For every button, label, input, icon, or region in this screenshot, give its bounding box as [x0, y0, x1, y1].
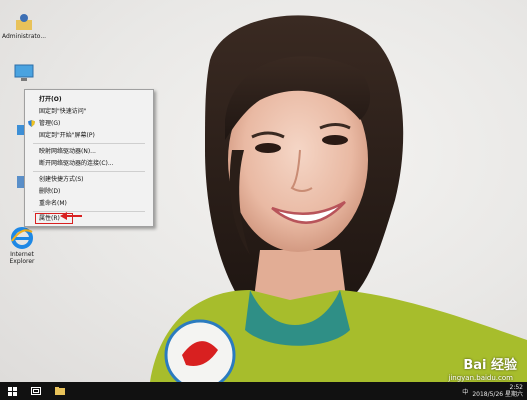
menu-item-delete[interactable]: 删除(D): [25, 186, 151, 197]
red-arrow-annotation: [60, 212, 82, 220]
desktop-icon-internet-explorer[interactable]: Internet Explorer: [0, 226, 44, 265]
desktop-icon-label: Administrato...: [2, 33, 47, 40]
computer-icon: [14, 64, 34, 81]
menu-item-manage[interactable]: 管理(G): [25, 118, 151, 129]
menu-separator: [33, 211, 145, 212]
clock[interactable]: 2:52 2018/5/26 星期六: [472, 384, 523, 398]
menu-item-rename[interactable]: 重命名(M): [25, 198, 151, 209]
internet-explorer-icon: [11, 227, 33, 249]
taskbar: 中 2:52 2018/5/26 星期六: [0, 382, 527, 400]
shield-icon: [28, 120, 35, 127]
menu-separator: [33, 143, 145, 144]
desktop-icon-label: Internet Explorer: [9, 251, 35, 265]
desktop-icon-this-pc[interactable]: [2, 62, 46, 84]
user-folder-icon: [16, 14, 32, 30]
menu-item-disconnect-drive[interactable]: 断开网络驱动器的连接(C)...: [25, 158, 151, 169]
task-view-button[interactable]: [24, 382, 48, 400]
windows-logo-icon: [7, 386, 17, 396]
system-tray: 中 2:52 2018/5/26 星期六: [462, 382, 523, 400]
watermark-brand: Bai 经验: [463, 358, 517, 373]
folder-icon: [55, 387, 65, 395]
desktop: Administrato... Internet Explorer 打开(O) …: [0, 0, 527, 382]
start-button[interactable]: [0, 382, 24, 400]
menu-item-pin-quick-access[interactable]: 固定到"快速访问": [25, 106, 151, 117]
menu-item-create-shortcut[interactable]: 创建快捷方式(S): [25, 174, 151, 185]
menu-item-label: 管理(G): [39, 120, 61, 127]
menu-item-pin-start[interactable]: 固定到"开始"屏幕(P): [25, 130, 151, 141]
clock-date: 2018/5/26 星期六: [472, 391, 523, 398]
menu-item-open[interactable]: 打开(O): [25, 94, 151, 105]
context-menu: 打开(O) 固定到"快速访问" 管理(G) 固定到"开始"屏幕(P) 映射网络驱…: [24, 89, 154, 227]
watermark-url: jingyan.baidu.com: [448, 374, 513, 382]
menu-separator: [33, 171, 145, 172]
language-indicator[interactable]: 中: [462, 387, 468, 396]
menu-item-map-drive[interactable]: 映射网络驱动器(N)...: [25, 146, 151, 157]
file-explorer-button[interactable]: [48, 382, 72, 400]
desktop-icon-user-folder[interactable]: Administrato...: [2, 12, 46, 40]
task-view-icon: [31, 387, 41, 395]
clock-time: 2:52: [509, 384, 523, 391]
